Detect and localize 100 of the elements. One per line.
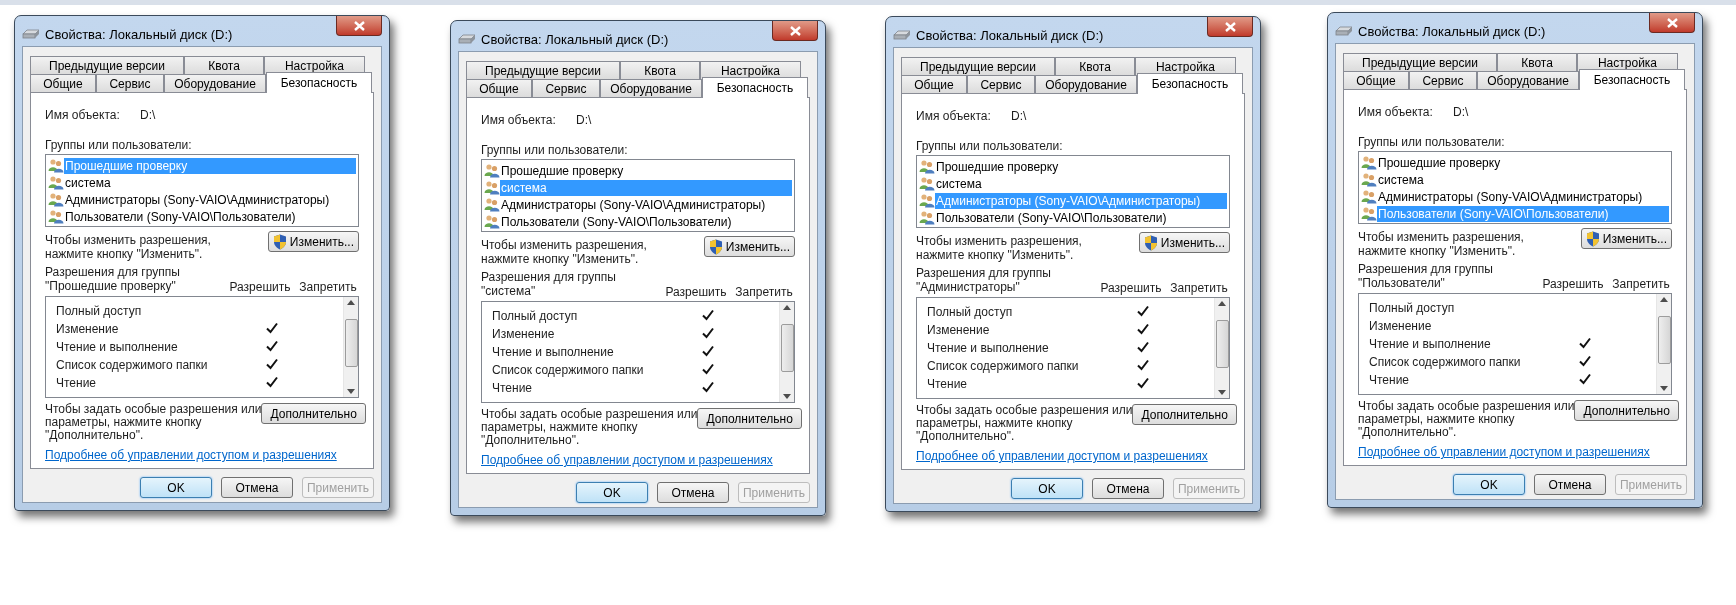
scrollbar-thumb[interactable] — [1657, 316, 1671, 364]
users-list[interactable]: Прошедшие проверку система Администраторы (Sony-VAIO\Администраторы) Пользователи (Sony-VAIO\Пользователи) — [481, 159, 795, 232]
tab[interactable]: Сервис — [96, 74, 164, 92]
groups-label: Группы или пользователи: — [481, 142, 629, 156]
scroll-up-icon[interactable] — [1218, 301, 1226, 306]
tab[interactable]: Оборудование — [600, 79, 702, 97]
scrollbar[interactable] — [1656, 294, 1671, 394]
list-item[interactable]: система — [935, 175, 982, 192]
tab[interactable]: Общие — [901, 75, 967, 93]
dialog-button[interactable]: Отмена — [221, 477, 293, 498]
close-button[interactable] — [1649, 13, 1695, 33]
checkmark-icon — [1137, 341, 1149, 353]
edit-button[interactable]: Изменить... — [267, 231, 359, 252]
scroll-up-icon[interactable] — [1660, 297, 1668, 302]
list-item[interactable]: Администраторы (Sony-VAIO\Администраторы) — [1377, 188, 1643, 205]
list-item[interactable]: Пользователи (Sony-VAIO\Пользователи) — [935, 209, 1167, 226]
tab[interactable]: Предыдущие версии — [30, 56, 184, 74]
object-value: D:\ — [576, 112, 592, 127]
users-list[interactable]: Прошедшие проверку система Администраторы (Sony-VAIO\Администраторы) Пользователи (Sony-VAIO\Пользователи) — [1358, 151, 1672, 224]
checkmark-icon — [1137, 305, 1149, 317]
column-header: Разрешить — [1100, 281, 1162, 295]
checkmark-icon — [1579, 373, 1591, 385]
help-link[interactable]: Подробнее об управлении доступом и разрешениях — [916, 447, 1208, 465]
list-item[interactable]: Прошедшие проверку — [1377, 154, 1501, 171]
scroll-up-icon[interactable] — [783, 305, 791, 310]
scrollbar-thumb[interactable] — [780, 324, 794, 372]
close-button[interactable] — [772, 21, 818, 41]
scrollbar-thumb[interactable] — [1215, 320, 1229, 368]
list-item[interactable]: Прошедшие проверку — [500, 162, 624, 179]
tab[interactable]: Квота — [620, 61, 700, 79]
tab[interactable]: Безопасность — [1137, 73, 1243, 94]
tab[interactable]: Сервис — [532, 79, 600, 97]
permission-name: Изменение — [56, 321, 120, 338]
scroll-down-icon[interactable] — [783, 394, 791, 399]
users-icon — [48, 192, 64, 207]
permission-name: Чтение и выполнение — [927, 340, 1050, 357]
tab[interactable]: Предыдущие версии — [1343, 53, 1497, 71]
object-value: D:\ — [1011, 108, 1027, 123]
advanced-button[interactable]: Дополнительно — [1132, 404, 1237, 425]
dialog-button[interactable]: Отмена — [657, 482, 729, 503]
edit-button[interactable]: Изменить... — [703, 236, 795, 257]
users-icon — [484, 197, 500, 212]
scrollbar[interactable] — [779, 302, 794, 402]
scrollbar[interactable] — [343, 297, 358, 397]
advanced-button[interactable]: Дополнительно — [261, 403, 366, 424]
list-item[interactable]: Администраторы (Sony-VAIO\Администраторы) — [500, 196, 766, 213]
list-item[interactable]: система — [1377, 171, 1424, 188]
tab[interactable]: Квота — [1497, 53, 1577, 71]
close-button[interactable] — [1207, 17, 1253, 37]
tab[interactable]: Предыдущие версии — [466, 61, 620, 79]
tab[interactable]: Квота — [184, 56, 264, 74]
scrollbar-thumb[interactable] — [344, 319, 358, 367]
list-item[interactable]: Администраторы (Sony-VAIO\Администраторы) — [64, 191, 330, 208]
close-button[interactable] — [336, 16, 382, 36]
tab[interactable]: Общие — [1343, 71, 1409, 89]
users-list[interactable]: Прошедшие проверку система Администраторы (Sony-VAIO\Администраторы) Пользователи (Sony-VAIO\Пользователи) — [45, 154, 359, 227]
tab[interactable]: Сервис — [967, 75, 1035, 93]
advanced-button[interactable]: Дополнительно — [1574, 400, 1679, 421]
help-link[interactable]: Подробнее об управлении доступом и разрешениях — [45, 446, 337, 464]
scrollbar[interactable] — [1214, 298, 1229, 398]
tab[interactable]: Общие — [466, 79, 532, 97]
scroll-down-icon[interactable] — [347, 389, 355, 394]
list-item[interactable]: система — [64, 174, 111, 191]
tab[interactable]: Оборудование — [1035, 75, 1137, 93]
scroll-down-icon[interactable] — [1660, 386, 1668, 391]
groups-label: Группы или пользователи: — [916, 138, 1064, 152]
checkmark-icon — [702, 327, 714, 339]
users-icon — [48, 209, 64, 224]
tab[interactable]: Оборудование — [1477, 71, 1579, 89]
tab[interactable]: Квота — [1055, 57, 1135, 75]
scroll-up-icon[interactable] — [347, 300, 355, 305]
tab[interactable]: Безопасность — [1579, 69, 1685, 90]
shield-icon — [1585, 230, 1600, 247]
dialog-button[interactable]: OK — [1011, 478, 1083, 499]
tab[interactable]: Безопасность — [702, 77, 808, 98]
tab[interactable]: Общие — [30, 74, 96, 92]
edit-button[interactable]: Изменить... — [1580, 228, 1672, 249]
advanced-button[interactable]: Дополнительно — [697, 408, 802, 429]
tab[interactable]: Безопасность — [266, 72, 372, 93]
dialog-button[interactable]: OK — [140, 477, 212, 498]
help-link[interactable]: Подробнее об управлении доступом и разрешениях — [481, 451, 773, 469]
scroll-down-icon[interactable] — [1218, 390, 1226, 395]
help-link[interactable]: Подробнее об управлении доступом и разрешениях — [1358, 443, 1650, 461]
window-title: Свойства: Локальный диск (D:) — [916, 27, 1104, 45]
tab[interactable]: Оборудование — [164, 74, 266, 92]
dialog-button[interactable]: OK — [576, 482, 648, 503]
checkmark-icon — [266, 376, 278, 388]
dialog-button[interactable]: OK — [1453, 474, 1525, 495]
tab[interactable]: Предыдущие версии — [901, 57, 1055, 75]
list-item[interactable]: Пользователи (Sony-VAIO\Пользователи) — [500, 213, 732, 230]
users-list[interactable]: Прошедшие проверку система Администраторы (Sony-VAIO\Администраторы) Пользователи (Sony-VAIO\Пользователи) — [916, 155, 1230, 228]
dialog-button[interactable]: Отмена — [1534, 474, 1606, 495]
list-item[interactable]: Пользователи (Sony-VAIO\Пользователи) — [64, 208, 296, 225]
instruction-text: Чтобы задать особые разрешения или параметры, нажмите кнопку "Дополнительно". — [916, 404, 1133, 443]
list-item[interactable]: Прошедшие проверку — [935, 158, 1059, 175]
edit-button[interactable]: Изменить... — [1138, 232, 1230, 253]
tab[interactable]: Сервис — [1409, 71, 1477, 89]
dialog-button[interactable]: Отмена — [1092, 478, 1164, 499]
shield-icon — [708, 238, 723, 255]
users-icon — [48, 175, 64, 190]
